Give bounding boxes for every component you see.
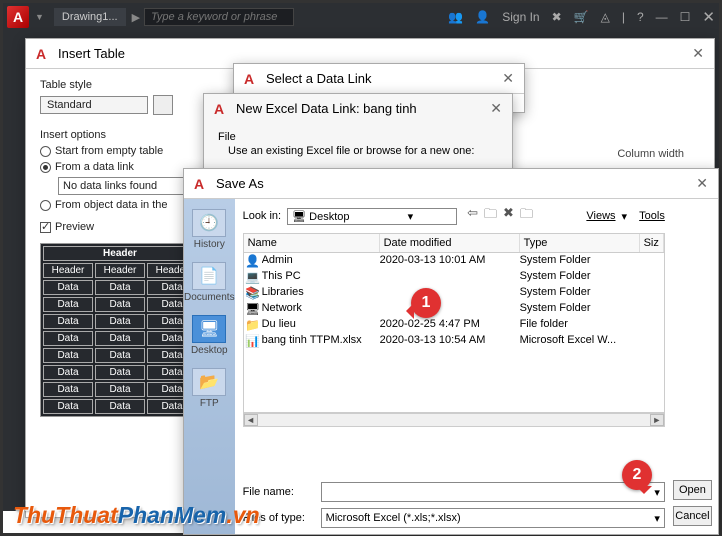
collaborate-icon[interactable]: 👥 (448, 10, 463, 24)
table-style-select[interactable]: Standard (40, 96, 148, 114)
annotation-callout-2: 2 (622, 460, 652, 490)
file-row: 📚LibrariesSystem Folder (244, 285, 664, 301)
autocad-a-icon: A (244, 71, 260, 87)
close-icon[interactable]: ✕ (692, 45, 704, 62)
file-row: 📁Du lieu2020-02-25 4:47 PMFile folder (244, 317, 664, 333)
preview-table: Header HeaderHeaderHeader DataDataData D… (40, 243, 200, 417)
signin-icon[interactable]: 👤 (475, 10, 490, 24)
horizontal-scrollbar[interactable]: ◄► (243, 413, 665, 427)
radio-data-link[interactable] (40, 162, 51, 173)
filetype-select[interactable]: Microsoft Excel (*.xls;*.xlsx)▾ (321, 508, 665, 528)
search-chevron-icon[interactable]: ▶ (132, 11, 140, 24)
column-headers[interactable]: Name Date modified Type Siz (243, 233, 665, 253)
autocad-a-icon: A (36, 46, 52, 62)
basket-icon[interactable]: 🛒 (574, 10, 589, 24)
views-menu[interactable]: Views (586, 210, 615, 222)
nedl-title: New Excel Data Link: bang tinh (236, 101, 417, 116)
radio-object-data[interactable] (40, 200, 51, 211)
up-icon[interactable]: 🗀 (484, 205, 497, 227)
cancel-button[interactable]: Cancel (673, 506, 712, 526)
chevron-down-icon[interactable]: ▼ (35, 12, 44, 22)
app-logo-icon: A (7, 6, 29, 28)
data-link-select[interactable]: No data links found (58, 177, 188, 195)
column-width-label: Column width (617, 148, 684, 160)
place-desktop[interactable]: 🖥Desktop (191, 315, 228, 356)
file-row: 🖥NetworkSystem Folder (244, 301, 664, 317)
lookin-label: Look in: (243, 210, 282, 222)
app-titlebar: A ▼ Drawing1... ▶ 👥 👤 Sign In ✖ 🛒 ◬ | ? … (3, 3, 719, 31)
radio-empty-table[interactable] (40, 146, 51, 157)
delete-icon[interactable]: ✖ (503, 205, 514, 227)
help-icon[interactable]: ? (637, 10, 644, 24)
radio-object-label: From object data in the (55, 199, 168, 211)
file-group-label: File (218, 131, 498, 143)
radio-link-label: From a data link (55, 161, 134, 173)
maximize-icon[interactable]: ☐ (680, 10, 691, 24)
preview-checkbox[interactable] (40, 222, 51, 233)
minimize-icon[interactable]: — (656, 10, 668, 24)
annotation-callout-1: 1 (411, 288, 441, 318)
file-list[interactable]: 👤Admin2020-03-13 10:01 AMSystem Folder 💻… (243, 253, 665, 413)
close-icon[interactable]: ✕ (490, 100, 502, 117)
keyword-search-input[interactable] (144, 8, 294, 26)
select-data-link-title: Select a Data Link (266, 71, 372, 86)
watermark: ThuThuatPhanMem.vn (13, 502, 260, 529)
newfolder-icon[interactable]: 🗀 (520, 205, 533, 227)
file-row: 📊bang tinh TTPM.xlsx2020-03-13 10:54 AMM… (244, 333, 664, 349)
table-style-settings-button[interactable] (153, 95, 173, 115)
tools-menu[interactable]: Tools (639, 210, 665, 222)
file-row: 💻This PCSystem Folder (244, 269, 664, 285)
radio-empty-label: Start from empty table (55, 145, 163, 157)
open-button[interactable]: Open (673, 480, 712, 500)
close-icon[interactable]: ✕ (702, 8, 715, 26)
filename-label: File name: (243, 486, 313, 498)
preview-label: Preview (55, 221, 94, 233)
file-row: 👤Admin2020-03-13 10:01 AMSystem Folder (244, 253, 664, 269)
insert-table-title: Insert Table (58, 46, 125, 61)
signin-label[interactable]: Sign In (502, 10, 539, 24)
autocad-a-icon: A (214, 101, 230, 117)
back-icon[interactable]: ⇦ (467, 205, 478, 227)
place-ftp[interactable]: 📂FTP (192, 368, 226, 409)
file-hint: Use an existing Excel file or browse for… (228, 145, 498, 157)
close-icon[interactable]: ✕ (502, 70, 514, 87)
places-bar: 🕘History 📄Documents 🖥Desktop 📂FTP (184, 199, 235, 534)
autocad-a-icon: A (194, 176, 210, 192)
document-tab[interactable]: Drawing1... (54, 8, 126, 26)
lookin-select[interactable]: 🖥 Desktop ▾ (287, 208, 457, 225)
place-history[interactable]: 🕘History (192, 209, 226, 250)
exchange-icon[interactable]: ✖ (552, 10, 562, 24)
place-documents[interactable]: 📄Documents (184, 262, 235, 303)
filename-input[interactable]: ▾ (321, 482, 665, 502)
save-as-title: Save As (216, 176, 264, 191)
a360-icon[interactable]: ◬ (601, 10, 610, 24)
close-icon[interactable]: ✕ (696, 175, 708, 192)
